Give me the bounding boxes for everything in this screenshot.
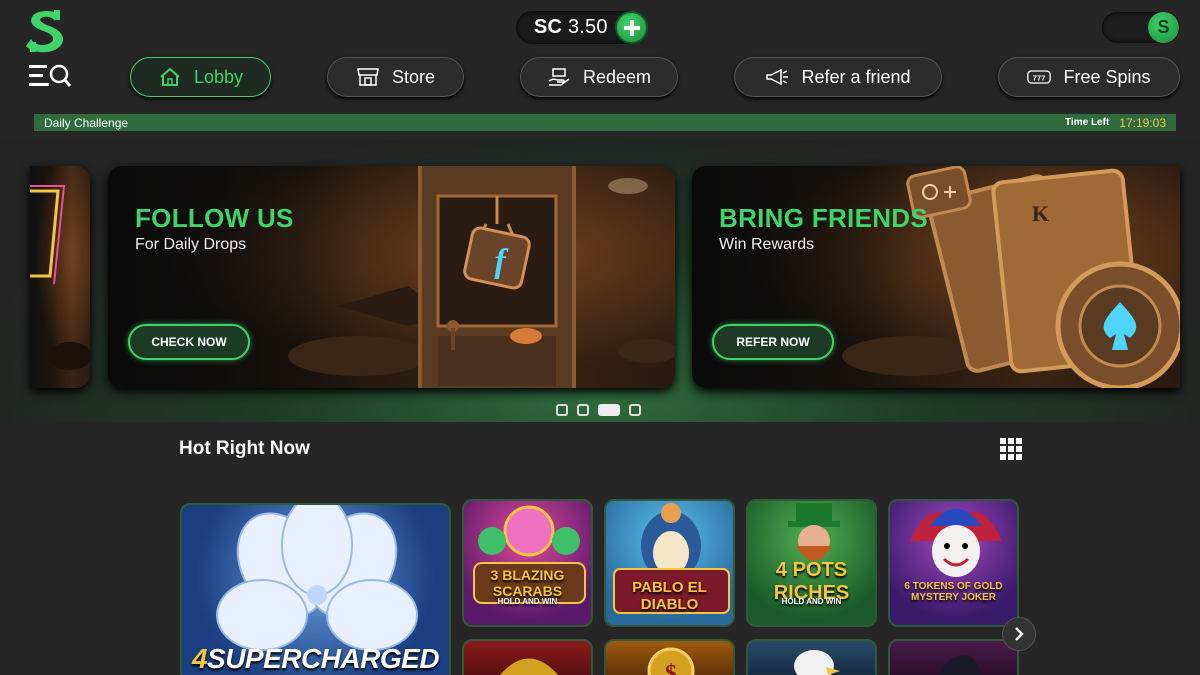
joker-image xyxy=(910,508,1002,577)
game-tile-mystery-joker[interactable]: 6 TOKENS OF GOLD MYSTERY JOKER xyxy=(888,499,1019,627)
game-tile-supercharged[interactable]: 4SUPERCHARGED xyxy=(180,503,451,675)
carousel-dot[interactable] xyxy=(629,404,641,416)
game-tagline: HOLD AND WIN xyxy=(497,597,558,606)
nav-label: Refer a friend xyxy=(801,66,911,87)
carousel-dot-active[interactable] xyxy=(598,404,620,416)
eagle-image xyxy=(794,650,840,675)
toggle-symbol: S xyxy=(1157,17,1170,37)
game-tile[interactable] xyxy=(888,639,1019,675)
balance-currency: SC xyxy=(534,16,563,38)
redeem-icon xyxy=(548,68,570,86)
menu-search-icon[interactable] xyxy=(27,62,73,90)
nav-label: Store xyxy=(391,66,436,87)
time-left-label: Time Left xyxy=(1065,117,1110,128)
balance-display: SC 3.50 xyxy=(534,16,608,39)
game-tagline: HOLD AND WIN xyxy=(781,597,842,606)
banner-card-partial[interactable] xyxy=(30,166,90,388)
challenge-timer-group: Time Left 17:19:03 xyxy=(1065,116,1166,130)
game-title-prefix: 4 xyxy=(191,643,208,674)
add-funds-button[interactable] xyxy=(615,11,648,44)
game-title-main: SUPERCHARGED xyxy=(207,643,440,674)
game-tile-blazing-scarabs[interactable]: 3 BLAZING SCARABS HOLD AND WIN xyxy=(462,499,593,627)
nav-label: Redeem xyxy=(582,66,652,87)
banner-title: FOLLOW US xyxy=(135,203,294,233)
logo[interactable] xyxy=(24,8,66,54)
megaphone-icon xyxy=(766,68,789,86)
neon-frame-image xyxy=(30,185,90,370)
carousel-dot[interactable] xyxy=(577,404,589,416)
plus-icon xyxy=(623,19,640,36)
svg-text:K: K xyxy=(1032,201,1049,226)
check-now-button[interactable]: CHECK NOW xyxy=(128,324,250,360)
banner-subtitle: For Daily Drops xyxy=(135,236,247,253)
horse-image xyxy=(938,655,981,675)
svg-text:$: $ xyxy=(665,661,677,675)
balance-pill[interactable]: SC 3.50 xyxy=(516,11,648,44)
store-icon xyxy=(357,68,379,86)
toggle-knob: S xyxy=(1148,12,1179,43)
next-games-button[interactable] xyxy=(1002,617,1036,651)
game-tile[interactable] xyxy=(462,639,593,675)
chevron-right-icon xyxy=(1015,627,1024,641)
challenge-label: Daily Challenge xyxy=(44,115,129,130)
carousel-pagination xyxy=(556,404,641,416)
challenge-timer: 17:19:03 xyxy=(1119,115,1166,130)
game-title: 6 TOKENS OF GOLD MYSTERY JOKER xyxy=(904,581,1003,603)
currency-toggle[interactable]: S xyxy=(1102,12,1180,43)
scarab-image xyxy=(473,505,586,604)
nav-redeem[interactable]: Redeem xyxy=(520,57,678,97)
game-tile[interactable] xyxy=(746,639,877,675)
game-tile[interactable]: $ xyxy=(604,639,735,675)
nav-lobby[interactable]: Lobby xyxy=(130,57,271,97)
nav-label: Free Spins xyxy=(1063,66,1151,87)
balance-amount: 3.50 xyxy=(567,16,608,38)
home-icon xyxy=(160,67,180,86)
nav-free-spins[interactable]: 777 Free Spins xyxy=(998,57,1180,97)
page: SC 3.50 S Lobby Store Redeem Refer a fri… xyxy=(0,0,1200,675)
banner-bring-friends[interactable]: K BRING FRIENDS Win Rewards REFER NOW xyxy=(692,166,1180,388)
slot-777-icon: 777 xyxy=(1027,70,1052,84)
grid-view-icon[interactable] xyxy=(1000,438,1022,460)
game-art-image: $ xyxy=(647,647,695,675)
promo-carousel[interactable]: f FOLLOW US For Daily Drops CHECK NOW K xyxy=(0,140,1200,422)
svg-text:777: 777 xyxy=(1033,73,1046,82)
nav-refer-friend[interactable]: Refer a friend xyxy=(734,57,942,97)
refer-now-button[interactable]: REFER NOW xyxy=(712,324,834,360)
game-tile-pablo-el-diablo[interactable]: PABLO EL DIABLO xyxy=(604,499,735,627)
game-title: 4SUPERCHARGED xyxy=(182,643,449,675)
section-title: Hot Right Now xyxy=(179,438,310,459)
banner-subtitle: Win Rewards xyxy=(719,236,815,253)
game-art-image xyxy=(499,658,559,675)
carousel-dot[interactable] xyxy=(556,404,568,416)
banner-follow-us[interactable]: f FOLLOW US For Daily Drops CHECK NOW xyxy=(108,166,675,388)
game-tile-4-pots-riches[interactable]: 4 POTS RICHES HOLD AND WIN xyxy=(746,499,877,627)
nav-store[interactable]: Store xyxy=(327,57,464,97)
banner-title: BRING FRIENDS xyxy=(719,203,929,233)
game-title: 3 BLAZING SCARABS xyxy=(490,567,565,599)
game-title: PABLO EL DIABLO xyxy=(632,579,707,613)
daily-challenge-bar[interactable]: Daily Challenge Time Left 17:19:03 xyxy=(34,114,1176,131)
nav-label: Lobby xyxy=(193,66,244,87)
